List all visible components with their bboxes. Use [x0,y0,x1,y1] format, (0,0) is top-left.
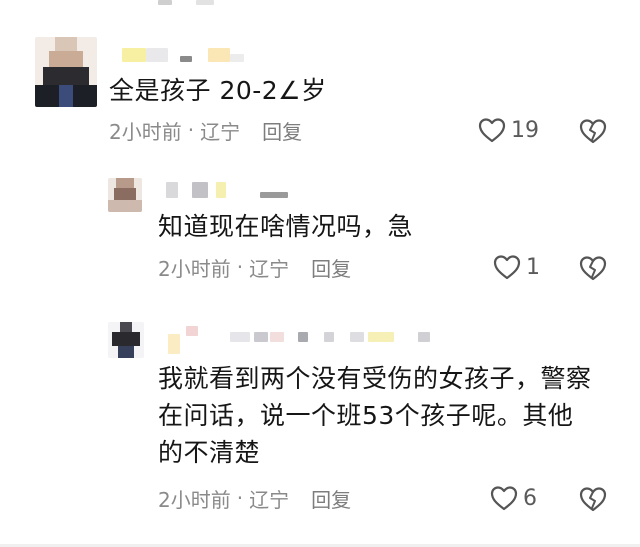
comment-text-line: 在问话，说一个班53个孩子呢。其他 [158,401,574,430]
broken-heart-icon [579,256,607,281]
comment-text: 全是孩子 20-2∠岁 [109,76,327,105]
comment-location: 辽宁 [200,119,241,144]
comment-meta: 2小时前 · 辽宁 回复 [109,116,302,145]
heart-outline-icon [478,118,506,143]
meta-separator: · [187,118,195,142]
meta-separator: · [236,255,244,279]
comment-time: 2小时前 [109,119,182,144]
comment-meta: 2小时前 · 辽宁 回复 [158,253,351,282]
username-masked[interactable] [122,46,252,66]
comment-2: 知道现在啥情况吗，急 2小时前 · 辽宁 回复 1 [0,160,640,300]
comment-text-line: 的不清楚 [158,438,261,467]
username-masked[interactable] [162,182,292,202]
avatar[interactable] [108,322,144,358]
broken-heart-icon [579,119,607,144]
comment-3: 我就看到两个没有受伤的女孩子，警察 在问话，说一个班53个孩子呢。其他 的不清楚… [0,300,640,544]
dislike-button[interactable] [579,486,607,512]
comment-text: 我就看到两个没有受伤的女孩子，警察 在问话，说一个班53个孩子呢。其他 的不清楚 [158,360,592,471]
reply-button[interactable]: 回复 [311,484,351,513]
username-masked[interactable] [164,326,444,354]
comment-1: 全是孩子 20-2∠岁 2小时前 · 辽宁 回复 19 [0,0,640,160]
avatar[interactable] [108,178,142,212]
like-button[interactable]: 1 [493,253,540,281]
comment-meta: 2小时前 · 辽宁 回复 [158,484,351,513]
heart-outline-icon [490,486,518,511]
meta-separator: · [236,486,244,510]
reply-button[interactable]: 回复 [262,116,302,145]
broken-heart-icon [579,487,607,512]
dislike-button[interactable] [579,255,607,281]
comment-text-line: 我就看到两个没有受伤的女孩子，警察 [158,364,592,393]
comment-location: 辽宁 [249,256,290,281]
avatar[interactable] [35,37,97,107]
like-count: 19 [511,117,539,143]
comment-location: 辽宁 [249,487,290,512]
comment-time: 2小时前 [158,487,231,512]
comment-text: 知道现在啥情况吗，急 [158,212,414,241]
dislike-button[interactable] [579,118,607,144]
like-button[interactable]: 19 [478,116,539,144]
like-count: 1 [526,254,540,280]
like-count: 6 [523,485,537,511]
heart-outline-icon [493,255,521,280]
like-button[interactable]: 6 [490,484,537,512]
comment-time: 2小时前 [158,256,231,281]
reply-button[interactable]: 回复 [311,253,351,282]
